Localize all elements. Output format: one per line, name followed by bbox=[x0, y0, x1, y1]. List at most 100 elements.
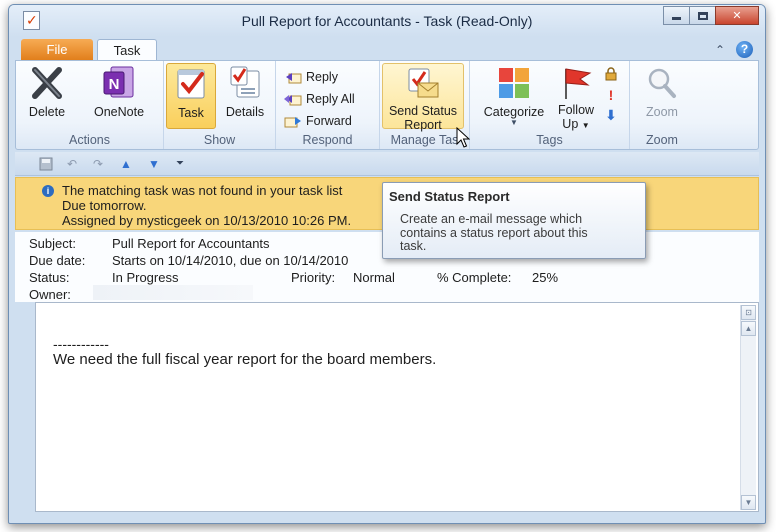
delete-icon bbox=[29, 65, 65, 101]
close-button[interactable]: ✕ bbox=[715, 6, 759, 25]
high-importance-icon[interactable]: ! bbox=[602, 87, 620, 107]
percent-complete-value: 25% bbox=[532, 270, 559, 285]
tag-icons: ! ⬇ bbox=[602, 67, 620, 127]
low-importance-icon[interactable]: ⬇ bbox=[602, 107, 620, 127]
group-label-zoom: Zoom bbox=[646, 133, 678, 147]
task-view-button[interactable]: Task bbox=[166, 63, 216, 129]
send-status-report-button[interactable]: Send Status Report bbox=[382, 63, 464, 132]
info-icon: i bbox=[42, 185, 54, 197]
previous-item-icon[interactable]: ▲ bbox=[119, 157, 133, 171]
due-date-label: Due date: bbox=[29, 253, 86, 268]
onenote-button[interactable]: N OneNote bbox=[88, 65, 150, 119]
reply-all-button[interactable]: Reply All bbox=[284, 89, 355, 109]
group-label-show: Show bbox=[203, 133, 236, 147]
minimize-ribbon-icon[interactable]: ⌃ bbox=[715, 43, 725, 57]
owner-label: Owner: bbox=[29, 287, 71, 302]
group-respond: Reply Reply All Forward Respond bbox=[276, 61, 380, 149]
follow-up-dropdown-icon: ▼ bbox=[581, 121, 590, 130]
vertical-scrollbar[interactable]: ⊡ ▲ ▼ bbox=[740, 305, 756, 510]
forward-label: Forward bbox=[306, 114, 352, 128]
delete-label: Delete bbox=[28, 105, 66, 119]
send-status-label-1: Send Status bbox=[388, 104, 458, 118]
customize-toolbar-icon[interactable]: ⏷ bbox=[173, 157, 187, 171]
group-label-respond: Respond bbox=[302, 133, 353, 147]
maximize-icon bbox=[697, 11, 708, 20]
zoom-label: Zoom bbox=[646, 105, 678, 119]
scroll-down-button[interactable]: ▼ bbox=[741, 495, 756, 510]
task-window: ✓ Pull Report for Accountants - Task (Re… bbox=[8, 4, 766, 524]
follow-up-label-2: Up bbox=[562, 117, 579, 131]
reply-all-icon bbox=[284, 93, 302, 107]
group-label-actions: Actions bbox=[69, 133, 110, 147]
help-icon[interactable]: ? bbox=[736, 41, 753, 58]
priority-value: Normal bbox=[353, 270, 395, 285]
mouse-cursor-icon bbox=[456, 126, 471, 152]
svg-text:N: N bbox=[109, 76, 120, 93]
group-label-tags: Tags bbox=[536, 133, 563, 147]
subject-value: Pull Report for Accountants bbox=[112, 236, 270, 251]
task-icon bbox=[173, 66, 209, 102]
reply-label: Reply bbox=[306, 70, 338, 84]
delete-button[interactable]: Delete bbox=[26, 65, 68, 119]
send-status-report-icon bbox=[405, 66, 441, 102]
follow-up-label-2-wrap: Up ▼ bbox=[554, 117, 598, 133]
reply-icon bbox=[284, 71, 302, 85]
forward-button[interactable]: Forward bbox=[284, 111, 352, 131]
maximize-button[interactable] bbox=[689, 6, 716, 25]
info-line-3: Assigned by mysticgeek on 10/13/2010 10:… bbox=[62, 213, 352, 228]
quick-access-toolbar: ↶ ↷ ▲ ▼ ⏷ bbox=[15, 152, 759, 176]
private-lock-icon[interactable] bbox=[602, 67, 620, 87]
tab-file[interactable]: File bbox=[21, 39, 93, 61]
onenote-icon: N bbox=[101, 65, 137, 101]
subject-label: Subject: bbox=[29, 236, 76, 251]
task-body[interactable]: ------------ We need the full fiscal yea… bbox=[35, 302, 759, 512]
categorize-dropdown-icon: ▼ bbox=[510, 118, 518, 127]
details-button[interactable]: Details bbox=[220, 65, 270, 119]
scroll-split-icon[interactable]: ⊡ bbox=[741, 305, 756, 320]
follow-up-flag-icon bbox=[558, 65, 594, 101]
categorize-icon bbox=[496, 65, 532, 101]
tooltip-body: Create an e-mail message which contains … bbox=[400, 212, 588, 253]
body-separator: ------------ bbox=[53, 336, 109, 352]
scroll-up-button[interactable]: ▲ bbox=[741, 321, 756, 336]
undo-icon[interactable]: ↶ bbox=[65, 157, 79, 171]
next-item-icon[interactable]: ▼ bbox=[147, 157, 161, 171]
group-tags: Categorize ▼ Follow Up ▼ ! ⬇ Tags bbox=[470, 61, 630, 149]
onenote-label: OneNote bbox=[93, 105, 145, 119]
categorize-button[interactable]: Categorize ▼ bbox=[478, 65, 550, 127]
follow-up-button[interactable]: Follow Up ▼ bbox=[554, 65, 598, 133]
ribbon-tabs: File Task ⌃ ? bbox=[9, 37, 765, 62]
owner-value-redacted bbox=[93, 285, 253, 300]
group-show: Task Details Show bbox=[164, 61, 276, 149]
send-status-report-tooltip: Send Status Report Create an e-mail mess… bbox=[382, 182, 646, 259]
details-label: Details bbox=[225, 105, 265, 119]
info-line-1: The matching task was not found in your … bbox=[62, 183, 343, 198]
priority-label: Priority: bbox=[291, 270, 336, 285]
categorize-label: Categorize bbox=[483, 105, 545, 119]
tab-task[interactable]: Task bbox=[97, 39, 157, 62]
tooltip-title: Send Status Report bbox=[389, 189, 510, 204]
follow-up-label-1: Follow bbox=[557, 103, 595, 117]
redo-icon[interactable]: ↷ bbox=[91, 157, 105, 171]
group-zoom: Zoom Zoom bbox=[630, 61, 694, 149]
reply-button[interactable]: Reply bbox=[284, 67, 338, 87]
info-line-2: Due tomorrow. bbox=[62, 198, 147, 213]
close-icon: ✕ bbox=[732, 10, 742, 22]
minimize-button[interactable] bbox=[663, 6, 690, 25]
reply-all-label: Reply All bbox=[306, 92, 355, 106]
group-actions: Delete N OneNote Actions bbox=[16, 61, 164, 149]
send-status-label-2: Report bbox=[404, 118, 442, 132]
due-date-value: Starts on 10/14/2010, due on 10/14/2010 bbox=[112, 253, 349, 268]
window-title: Pull Report for Accountants - Task (Read… bbox=[241, 13, 533, 29]
title-bar: ✓ Pull Report for Accountants - Task (Re… bbox=[9, 5, 765, 37]
zoom-button[interactable]: Zoom bbox=[640, 65, 684, 119]
body-text: We need the full fiscal year report for … bbox=[53, 351, 437, 368]
task-view-label: Task bbox=[178, 106, 204, 120]
forward-icon bbox=[284, 115, 302, 129]
status-value: In Progress bbox=[112, 270, 179, 285]
save-icon[interactable] bbox=[39, 157, 53, 171]
ribbon: Delete N OneNote Actions Task Details Sh… bbox=[15, 60, 759, 150]
status-label: Status: bbox=[29, 270, 70, 285]
zoom-magnifier-icon bbox=[644, 65, 680, 101]
window-controls: ✕ bbox=[663, 6, 759, 25]
